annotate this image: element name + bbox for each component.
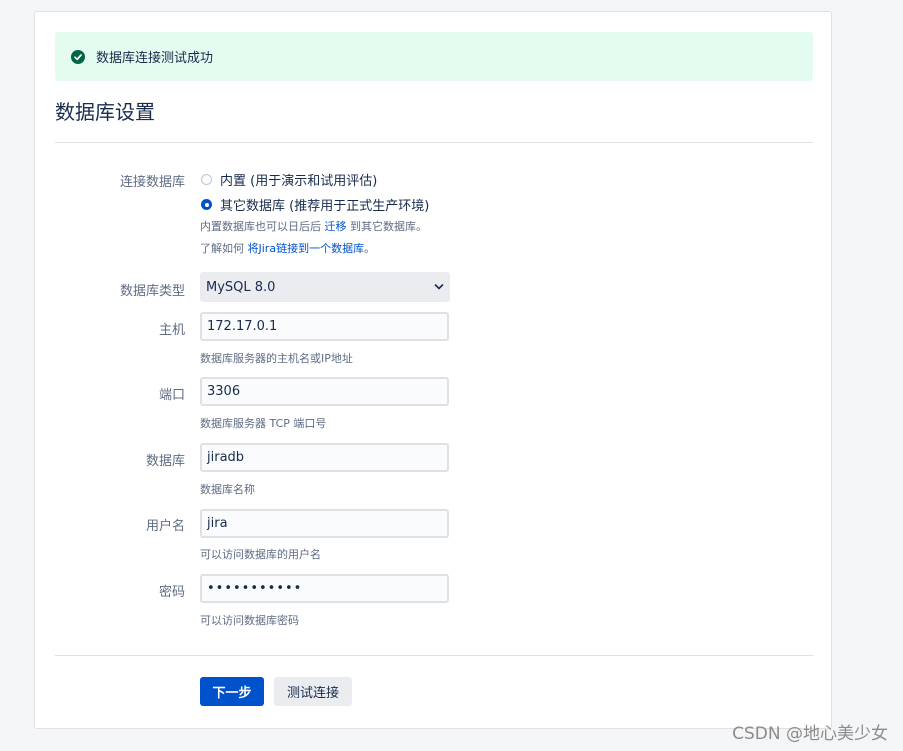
db-type-select[interactable]: MySQL 8.0 xyxy=(200,272,450,302)
database-label: 数据库 xyxy=(145,454,185,469)
radio-other-db[interactable]: 其它数据库 (推荐用于正式生产环境) xyxy=(201,195,429,214)
radio-builtin[interactable]: 内置 (用于演示和试用评估) xyxy=(201,170,377,189)
help-text: 到其它数据库。 xyxy=(346,220,427,233)
port-input[interactable]: 3306 xyxy=(200,377,449,406)
watermark-text: CSDN @地心美少女 xyxy=(732,724,888,744)
setup-card: 数据库连接测试成功 数据库设置 连接数据库 内置 (用于演示和试用评估) 其它数… xyxy=(34,11,832,729)
username-help: 可以访问数据库的用户名 xyxy=(200,548,321,561)
database-help: 数据库名称 xyxy=(200,483,255,496)
database-value: jiradb xyxy=(207,450,245,465)
link-jira-db-link[interactable]: 将Jira链接到一个数据库 xyxy=(248,242,365,255)
host-label: 主机 xyxy=(158,323,185,338)
next-button[interactable]: 下一步 xyxy=(200,677,264,706)
bottom-divider xyxy=(55,655,813,656)
check-circle-icon xyxy=(71,49,85,64)
host-value: 172.17.0.1 xyxy=(207,319,278,334)
radio-builtin-label: 内置 (用于演示和试用评估) xyxy=(220,174,378,189)
port-value: 3306 xyxy=(207,384,241,399)
radio-other-db-label: 其它数据库 (推荐用于正式生产环境) xyxy=(220,199,430,214)
username-value: jira xyxy=(207,516,228,531)
radio-builtin-indicator[interactable] xyxy=(201,174,212,185)
port-help: 数据库服务器 TCP 端口号 xyxy=(200,417,327,430)
database-input[interactable]: jiradb xyxy=(200,443,449,472)
db-type-label: 数据库类型 xyxy=(119,284,185,299)
page-title: 数据库设置 xyxy=(55,100,155,124)
connection-help-migrate: 内置数据库也可以日后后 迁移 到其它数据库。 xyxy=(200,218,427,234)
db-type-value: MySQL 8.0 xyxy=(206,279,276,295)
username-input[interactable]: jira xyxy=(200,509,449,538)
success-message: 数据库连接测试成功 xyxy=(96,51,214,66)
top-divider xyxy=(55,142,813,143)
host-help: 数据库服务器的主机名或IP地址 xyxy=(200,352,353,365)
password-help: 可以访问数据库密码 xyxy=(200,614,299,627)
radio-other-db-indicator[interactable] xyxy=(201,199,212,210)
password-value: ••••••••••• xyxy=(207,581,303,596)
password-label: 密码 xyxy=(158,585,185,600)
chevron-down-icon xyxy=(434,280,444,295)
test-connection-button[interactable]: 测试连接 xyxy=(274,677,352,706)
success-alert: 数据库连接测试成功 xyxy=(55,32,813,81)
username-label: 用户名 xyxy=(145,519,185,534)
password-input[interactable]: ••••••••••• xyxy=(200,574,449,603)
connection-help-learn: 了解如何 将Jira链接到一个数据库。 xyxy=(200,240,375,256)
help-text: 内置数据库也可以日后后 xyxy=(200,220,325,233)
host-input[interactable]: 172.17.0.1 xyxy=(200,312,449,341)
help-text: 。 xyxy=(364,242,376,255)
port-label: 端口 xyxy=(158,388,185,403)
migrate-link[interactable]: 迁移 xyxy=(325,220,347,233)
help-text: 了解如何 xyxy=(200,242,248,255)
connection-label: 连接数据库 xyxy=(119,175,185,190)
